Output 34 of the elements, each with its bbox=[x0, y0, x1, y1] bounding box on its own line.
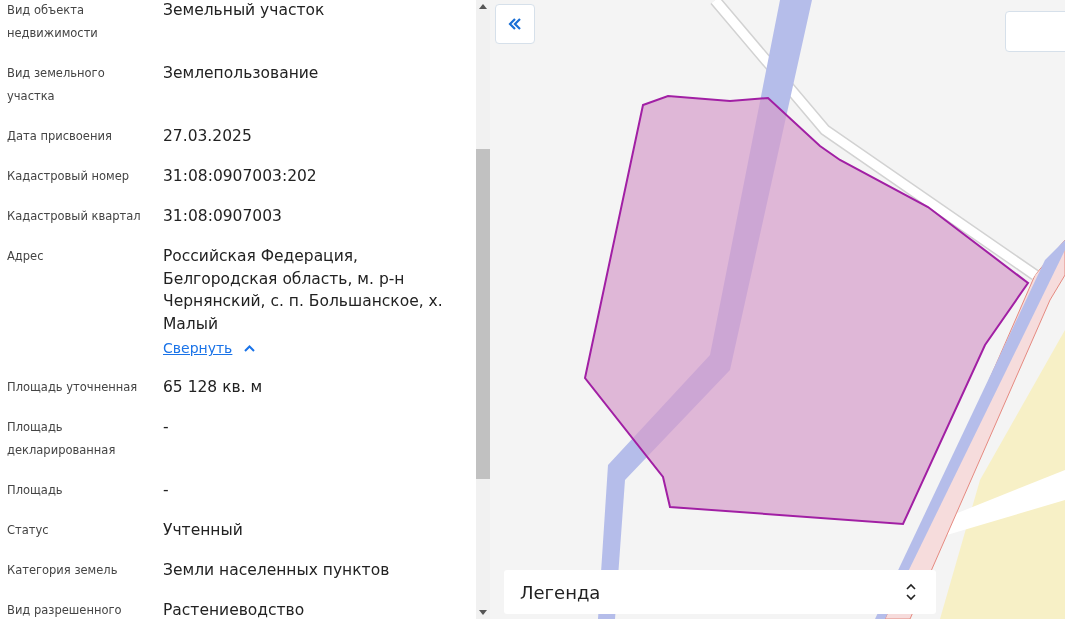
double-chevron-left-icon bbox=[508, 18, 522, 30]
field-value: 27.03.2025 bbox=[163, 126, 252, 147]
scroll-up-icon[interactable] bbox=[479, 4, 487, 9]
field-value: Растениеводство bbox=[163, 600, 305, 619]
field-value: 31:08:0907003:202 bbox=[163, 166, 317, 187]
field-label: Площадь bbox=[7, 482, 64, 499]
field-label: Вид земельного участка bbox=[7, 65, 106, 105]
field-label: Статус bbox=[7, 522, 50, 539]
field-value: Земельный участок bbox=[163, 0, 325, 21]
field-value: Землепользование bbox=[163, 63, 319, 84]
up-down-chevron-icon bbox=[906, 583, 916, 601]
field-value: 65 128 кв. м bbox=[163, 377, 263, 398]
field-label: Адрес bbox=[7, 248, 45, 265]
field-label: Площадь уточненная bbox=[7, 379, 139, 396]
field-value: Российская Федерация, Белгородская область, м. р-н Чернянский, с. п. Большанское, х. Малый bbox=[163, 246, 444, 335]
scrollbar-thumb[interactable] bbox=[476, 149, 490, 479]
scrollbar[interactable] bbox=[476, 0, 490, 619]
field-value: Земли населенных пунктов bbox=[163, 560, 390, 581]
legend-dropdown[interactable]: Легенда bbox=[504, 570, 936, 614]
collapse-link[interactable]: Свернуть bbox=[163, 338, 256, 359]
field-label: Площадь декларированная bbox=[7, 419, 117, 459]
collapse-panel-button[interactable] bbox=[495, 4, 535, 44]
field-value: - bbox=[163, 480, 169, 501]
field-label: Кадастровый номер bbox=[7, 168, 131, 185]
field-value: 31:08:0907003 bbox=[163, 206, 282, 227]
field-value: Учтенный bbox=[163, 520, 243, 541]
field-label: Вид разрешенного bbox=[7, 602, 123, 619]
field-value: - bbox=[163, 417, 169, 438]
field-label: Дата присвоения bbox=[7, 128, 113, 145]
field-label: Категория земель bbox=[7, 562, 119, 579]
scroll-down-icon[interactable] bbox=[479, 610, 487, 615]
chevron-up-icon bbox=[244, 345, 256, 352]
field-label: Вид объекта недвижимости bbox=[7, 2, 99, 42]
field-label: Кадастровый квартал bbox=[7, 208, 142, 225]
